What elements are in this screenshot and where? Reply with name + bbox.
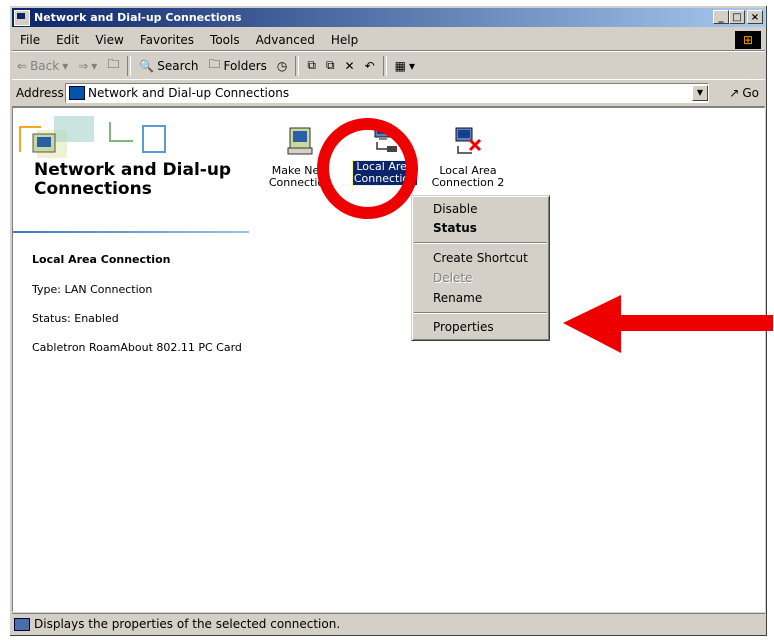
folders-button[interactable]: 🗀 Folders <box>204 55 272 76</box>
context-menu: Disable Status Create Shortcut Delete Re… <box>411 195 550 341</box>
minimize-button[interactable]: _ <box>713 10 729 24</box>
decorative-header-graphic <box>19 116 166 158</box>
windows-logo-icon: ⊞ <box>735 31 761 49</box>
chevron-down-icon: ▾ <box>62 58 69 73</box>
disconnected-network-icon <box>455 127 482 154</box>
panel-title: Network and Dial-up Connections <box>34 160 232 199</box>
search-icon: 🔍 <box>139 58 155 73</box>
annotation-red-circle <box>317 118 418 219</box>
close-button[interactable]: × <box>747 10 763 24</box>
annotation-red-arrow-icon <box>563 295 773 353</box>
title-bar[interactable]: Network and Dial-up Connections _ □ × <box>12 8 765 27</box>
back-button[interactable]: ⇐ Back ▾ <box>12 59 73 73</box>
history-button[interactable]: ◷ <box>272 59 292 73</box>
views-button[interactable]: ▦ ▾ <box>390 59 420 73</box>
make-new-connection-icon <box>287 127 313 155</box>
history-icon: ◷ <box>276 58 288 73</box>
toolbar-separator <box>382 55 387 76</box>
undo-button[interactable]: ↶ <box>360 59 380 73</box>
icon-label-line2: Connection 2 <box>431 176 505 189</box>
connection-status: Status: Enabled <box>32 312 119 325</box>
menu-separator <box>414 242 547 244</box>
search-label: Search <box>157 58 199 73</box>
network-folder-icon <box>69 86 85 100</box>
undo-icon: ↶ <box>364 58 375 73</box>
menu-item-create-shortcut[interactable]: Create Shortcut <box>433 251 528 265</box>
maximize-button[interactable]: □ <box>729 10 745 24</box>
status-bar: Displays the properties of the selected … <box>12 613 765 634</box>
move-to-icon: ⧉ <box>307 58 316 72</box>
chevron-down-icon: ▾ <box>91 58 98 73</box>
network-folder-icon <box>14 9 30 26</box>
address-field[interactable]: Network and Dial-up Connections ▼ <box>65 83 709 103</box>
window-title: Network and Dial-up Connections <box>34 11 242 24</box>
selected-connection-name: Local Area Connection <box>32 253 171 266</box>
status-text: Displays the properties of the selected … <box>34 617 341 631</box>
go-label: Go <box>742 86 759 100</box>
menu-view[interactable]: View <box>87 33 131 47</box>
toolbar-separator <box>295 55 300 76</box>
webview-info-panel: Network and Dial-up Connections Local Ar… <box>13 108 250 611</box>
menu-favorites[interactable]: Favorites <box>132 33 202 47</box>
back-label: Back <box>30 58 60 73</box>
address-label: Address <box>16 86 64 100</box>
move-to-button[interactable]: ⧉ <box>302 58 321 73</box>
menu-item-disable[interactable]: Disable <box>433 202 478 216</box>
copy-to-button[interactable]: ⧉ <box>321 58 340 73</box>
menu-item-delete: Delete <box>433 271 473 285</box>
menu-tools[interactable]: Tools <box>202 33 248 47</box>
menu-edit[interactable]: Edit <box>48 33 87 47</box>
views-icon: ▦ <box>394 58 406 73</box>
back-arrow-icon: ⇐ <box>17 58 28 73</box>
up-folder-button[interactable]: 🗀 <box>102 55 124 76</box>
delete-button[interactable]: ✕ <box>340 59 360 73</box>
menu-help[interactable]: Help <box>323 33 366 47</box>
copy-to-icon: ⧉ <box>325 58 335 72</box>
chevron-down-icon: ▾ <box>409 58 416 73</box>
menu-bar: File Edit View Favorites Tools Advanced … <box>12 30 765 51</box>
forward-arrow-icon: ⇒ <box>78 58 89 73</box>
connection-type: Type: LAN Connection <box>32 283 153 296</box>
status-computer-icon <box>14 617 30 631</box>
menu-file[interactable]: File <box>12 33 48 47</box>
search-button[interactable]: 🔍 Search <box>134 59 203 73</box>
address-bar: Address Network and Dial-up Connections … <box>12 79 765 107</box>
standard-toolbar: ⇐ Back ▾ ⇒ ▾ 🗀 🔍 Search 🗀 Folders ◷ ⧉ ⧉ … <box>12 51 765 80</box>
folders-label: Folders <box>223 58 267 73</box>
menu-separator <box>414 312 547 314</box>
toolbar-separator <box>127 55 132 76</box>
local-area-connection-2-item[interactable]: Local Area Connection 2 <box>431 126 505 189</box>
up-folder-icon: 🗀 <box>107 57 120 71</box>
delete-x-icon: ✕ <box>344 58 355 73</box>
go-arrow-icon: ↗ <box>729 86 740 100</box>
address-value: Network and Dial-up Connections <box>88 86 290 100</box>
menu-item-properties[interactable]: Properties <box>433 320 494 334</box>
folders-icon: 🗀 <box>208 57 221 71</box>
address-dropdown-button[interactable]: ▼ <box>692 85 708 101</box>
forward-button[interactable]: ⇒ ▾ <box>73 59 102 73</box>
go-button[interactable]: ↗ Go <box>729 86 759 100</box>
menu-item-status[interactable]: Status <box>433 221 477 235</box>
menu-item-rename[interactable]: Rename <box>433 291 482 305</box>
connection-device: Cabletron RoamAbout 802.11 PC Card <box>32 341 242 354</box>
menu-advanced[interactable]: Advanced <box>248 33 323 47</box>
panel-divider <box>13 231 249 233</box>
